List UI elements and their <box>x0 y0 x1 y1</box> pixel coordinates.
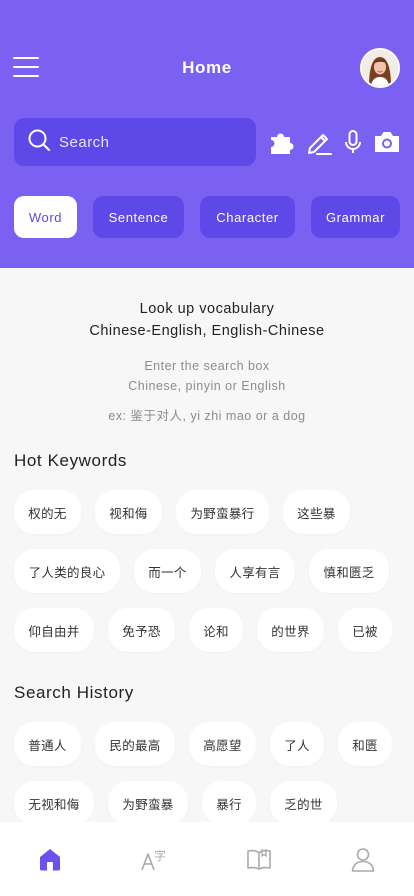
keyword-chip[interactable]: 了人类的良心 <box>14 549 120 593</box>
puzzle-icon[interactable] <box>267 127 297 157</box>
history-chip[interactable]: 了人 <box>270 722 324 766</box>
main-content: Look up vocabulary Chinese-English, Engl… <box>0 268 414 825</box>
tab-character[interactable]: Character <box>200 196 295 238</box>
history-chip[interactable]: 高愿望 <box>189 722 256 766</box>
svg-text:字: 字 <box>154 848 166 863</box>
lookup-subtitle: Chinese-English, English-Chinese <box>89 323 325 339</box>
pencil-icon[interactable] <box>304 127 334 157</box>
hint-text: Chinese, pinyin or English <box>128 379 286 393</box>
user-icon[interactable] <box>348 844 378 874</box>
translate-icon[interactable]: 字 <box>139 844 169 874</box>
keyword-chip[interactable]: 免予恐 <box>108 608 175 652</box>
hot-keywords-title: Hot Keywords <box>14 451 128 470</box>
keyword-chip[interactable]: 慎和匮乏 <box>309 549 389 593</box>
tab-sentence[interactable]: Sentence <box>93 196 184 238</box>
book-icon[interactable] <box>244 844 274 874</box>
lookup-title: Look up vocabulary <box>139 301 275 317</box>
keyword-chip[interactable]: 的世界 <box>257 608 324 652</box>
tab-word[interactable]: Word <box>14 196 77 238</box>
search-box[interactable] <box>14 118 256 166</box>
keyword-chip[interactable]: 已被 <box>338 608 392 652</box>
history-chip[interactable]: 乏的世 <box>270 781 337 825</box>
keyword-chip[interactable]: 而一个 <box>134 549 201 593</box>
search-icon <box>27 128 51 157</box>
history-chip[interactable]: 和匮 <box>338 722 392 766</box>
tab-bar: Word Sentence Character Grammar <box>0 196 414 238</box>
avatar[interactable] <box>360 48 400 88</box>
history-chip[interactable]: 暴行 <box>202 781 256 825</box>
keyword-chip[interactable]: 视和侮 <box>95 490 162 534</box>
keyword-chip[interactable]: 论和 <box>189 608 243 652</box>
header: Home Search Word Sentence Character Gram… <box>0 0 414 268</box>
bottom-nav: 字 <box>0 822 414 896</box>
history-chip[interactable]: 普通人 <box>14 722 81 766</box>
history-chip[interactable]: 为野蛮暴 <box>108 781 188 825</box>
hint-text: Enter the search box <box>144 359 270 373</box>
keyword-chip[interactable]: 仰自由并 <box>14 608 94 652</box>
keyword-chip[interactable]: 为野蛮暴行 <box>176 490 269 534</box>
home-icon[interactable] <box>35 844 65 874</box>
example-text: ex: 鉴于对人, yi zhi mao or a dog <box>108 409 306 423</box>
tab-grammar[interactable]: Grammar <box>311 196 400 238</box>
camera-icon[interactable] <box>371 127 403 157</box>
microphone-icon[interactable] <box>338 127 368 157</box>
keyword-chip[interactable]: 这些暴 <box>283 490 350 534</box>
keyword-chip[interactable]: 人享有言 <box>215 549 295 593</box>
search-input[interactable] <box>59 133 229 151</box>
history-chip[interactable]: 无视和侮 <box>14 781 94 825</box>
history-chip[interactable]: 民的最高 <box>95 722 175 766</box>
page-title: Home <box>182 58 232 77</box>
keyword-chip[interactable]: 权的无 <box>14 490 81 534</box>
search-history-title: Search History <box>14 683 134 702</box>
